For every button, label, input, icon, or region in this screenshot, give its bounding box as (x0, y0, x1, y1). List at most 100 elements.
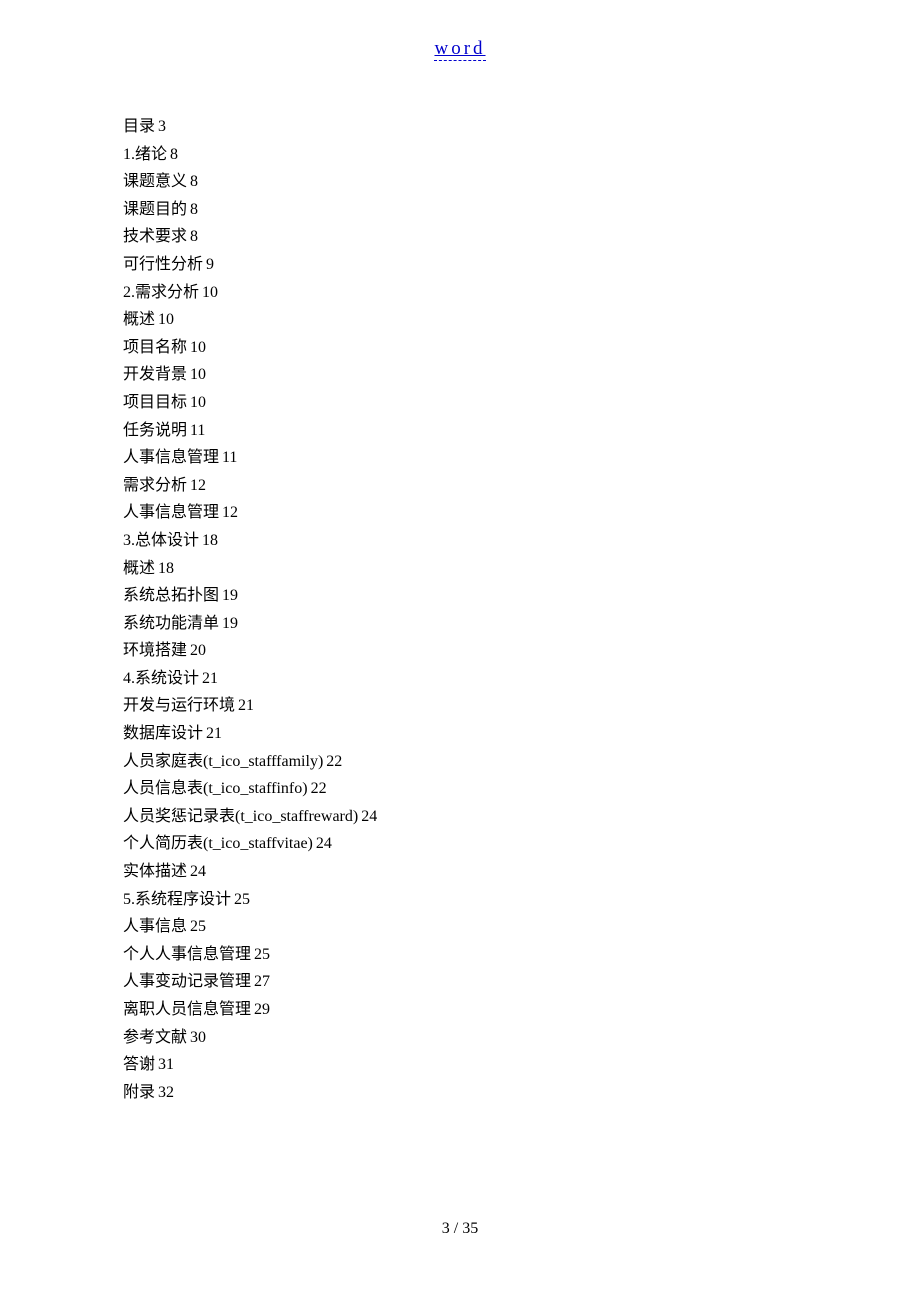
toc-entry-page: 8 (190, 201, 198, 218)
toc-entry-title: 需求分析 (123, 477, 187, 494)
toc-entry-title: 2.需求分析 (123, 284, 199, 301)
toc-entry-page: 8 (190, 228, 198, 245)
toc-entry-title: 系统功能清单 (123, 615, 219, 632)
toc-entry-page: 18 (202, 532, 218, 549)
toc-entry-page: 10 (190, 366, 206, 383)
toc-entry-title: 可行性分析 (123, 256, 203, 273)
toc-entry-page: 3 (158, 118, 166, 135)
toc-entry-title: 附录 (123, 1084, 155, 1101)
toc-entry: 人员家庭表(t_ico_stafffamily)22 (123, 748, 823, 776)
header-word-link[interactable]: word (434, 38, 485, 61)
toc-entry: 技术要求8 (123, 223, 823, 251)
toc-entry-page: 24 (316, 835, 332, 852)
toc-entry-title: 人员奖惩记录表(t_ico_staffreward) (123, 808, 358, 825)
toc-entry: 3.总体设计18 (123, 527, 823, 555)
toc-entry-page: 19 (222, 615, 238, 632)
toc-entry: 课题意义8 (123, 168, 823, 196)
toc-entry-title: 3.总体设计 (123, 532, 199, 549)
toc-entry-page: 30 (190, 1029, 206, 1046)
toc-entry-page: 25 (190, 918, 206, 935)
toc-entry: 人事信息管理12 (123, 499, 823, 527)
toc-entry: 可行性分析9 (123, 251, 823, 279)
toc-entry-page: 18 (158, 560, 174, 577)
toc-entry-title: 5.系统程序设计 (123, 891, 231, 908)
toc-entry-page: 11 (190, 422, 205, 439)
toc-entry-title: 人员家庭表(t_ico_stafffamily) (123, 753, 323, 770)
toc-entry-title: 离职人员信息管理 (123, 1001, 251, 1018)
toc-entry-title: 人事变动记录管理 (123, 973, 251, 990)
page-number-indicator: 3 / 35 (442, 1220, 478, 1237)
toc-entry-page: 8 (190, 173, 198, 190)
toc-entry-title: 目录 (123, 118, 155, 135)
toc-entry-title: 开发与运行环境 (123, 697, 235, 714)
toc-entry-title: 人事信息管理 (123, 449, 219, 466)
toc-entry-page: 20 (190, 642, 206, 659)
toc-entry-title: 技术要求 (123, 228, 187, 245)
toc-entry-title: 人员信息表(t_ico_staffinfo) (123, 780, 308, 797)
toc-entry: 课题目的8 (123, 196, 823, 224)
toc-entry: 人员奖惩记录表(t_ico_staffreward)24 (123, 803, 823, 831)
toc-entry-title: 答谢 (123, 1056, 155, 1073)
toc-entry-page: 21 (206, 725, 222, 742)
toc-entry-title: 概述 (123, 311, 155, 328)
toc-entry-page: 9 (206, 256, 214, 273)
toc-entry: 概述10 (123, 306, 823, 334)
toc-entry: 1.绪论8 (123, 141, 823, 169)
toc-entry-page: 21 (238, 697, 254, 714)
toc-entry-page: 21 (202, 670, 218, 687)
toc-entry-page: 10 (158, 311, 174, 328)
toc-entry: 实体描述24 (123, 858, 823, 886)
toc-entry-title: 项目目标 (123, 394, 187, 411)
toc-entry: 概述18 (123, 555, 823, 583)
table-of-contents: 目录31.绪论8课题意义8课题目的8技术要求8可行性分析92.需求分析10概述1… (123, 113, 823, 1106)
toc-entry-page: 12 (190, 477, 206, 494)
toc-entry: 需求分析12 (123, 472, 823, 500)
toc-entry-page: 19 (222, 587, 238, 604)
toc-entry-title: 个人人事信息管理 (123, 946, 251, 963)
toc-entry: 答谢31 (123, 1051, 823, 1079)
toc-entry-title: 4.系统设计 (123, 670, 199, 687)
toc-entry-title: 任务说明 (123, 422, 187, 439)
toc-entry-page: 25 (254, 946, 270, 963)
toc-entry-title: 数据库设计 (123, 725, 203, 742)
toc-entry-title: 环境搭建 (123, 642, 187, 659)
toc-entry: 4.系统设计21 (123, 665, 823, 693)
toc-entry: 人事信息管理11 (123, 444, 823, 472)
toc-entry-title: 课题目的 (123, 201, 187, 218)
toc-entry: 任务说明11 (123, 417, 823, 445)
toc-entry-page: 11 (222, 449, 237, 466)
toc-entry: 数据库设计21 (123, 720, 823, 748)
toc-entry: 开发背景10 (123, 361, 823, 389)
toc-entry-page: 24 (190, 863, 206, 880)
toc-entry: 系统总拓扑图19 (123, 582, 823, 610)
toc-entry: 离职人员信息管理29 (123, 996, 823, 1024)
toc-entry-page: 12 (222, 504, 238, 521)
toc-entry: 系统功能清单19 (123, 610, 823, 638)
toc-entry: 个人人事信息管理25 (123, 941, 823, 969)
toc-entry-title: 人事信息管理 (123, 504, 219, 521)
header-link-container: word (0, 38, 920, 60)
toc-entry-page: 31 (158, 1056, 174, 1073)
toc-entry-title: 参考文献 (123, 1029, 187, 1046)
toc-entry-title: 人事信息 (123, 918, 187, 935)
toc-entry-page: 10 (190, 339, 206, 356)
toc-entry: 参考文献30 (123, 1024, 823, 1052)
toc-entry: 开发与运行环境21 (123, 692, 823, 720)
toc-entry-title: 系统总拓扑图 (123, 587, 219, 604)
toc-entry-page: 29 (254, 1001, 270, 1018)
toc-entry-title: 1.绪论 (123, 146, 167, 163)
toc-entry: 环境搭建20 (123, 637, 823, 665)
toc-entry: 项目名称10 (123, 334, 823, 362)
toc-entry-page: 25 (234, 891, 250, 908)
toc-entry-page: 24 (361, 808, 377, 825)
toc-entry-page: 27 (254, 973, 270, 990)
toc-entry-page: 10 (190, 394, 206, 411)
toc-entry: 5.系统程序设计25 (123, 886, 823, 914)
toc-entry-page: 8 (170, 146, 178, 163)
toc-entry-title: 概述 (123, 560, 155, 577)
page-footer: 3 / 35 (0, 1220, 920, 1238)
toc-entry-title: 课题意义 (123, 173, 187, 190)
toc-entry-page: 22 (311, 780, 327, 797)
toc-entry: 2.需求分析10 (123, 279, 823, 307)
toc-entry: 人事变动记录管理27 (123, 968, 823, 996)
